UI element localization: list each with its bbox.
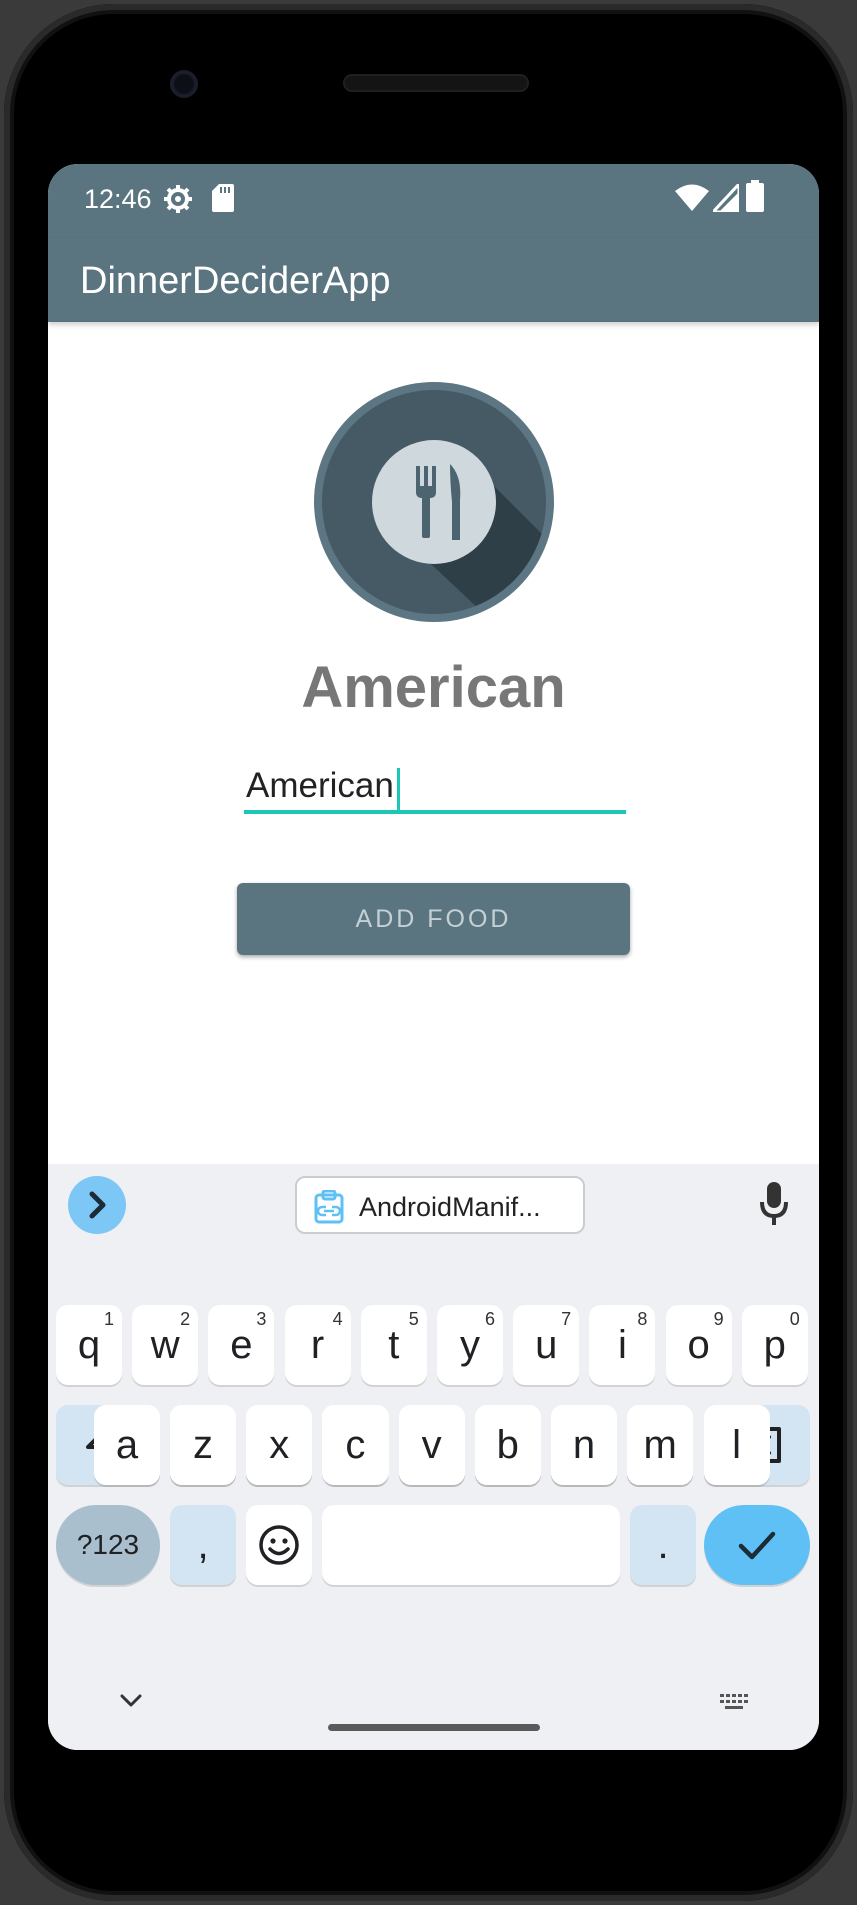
comma-key[interactable]: , [170,1505,236,1585]
selected-food-label: American [301,655,566,720]
key-n[interactable]: n [551,1405,617,1485]
key-hint: 7 [561,1309,572,1329]
status-bar: 12:46 [48,164,819,238]
app-bar: DinnerDeciderApp [48,238,819,322]
keyboard-expand-button[interactable] [68,1176,126,1234]
key-label: r [310,1322,325,1367]
microphone-icon[interactable] [760,1182,788,1226]
key-x[interactable]: x [246,1405,313,1485]
chevron-right-icon [89,1191,106,1219]
earpiece-speaker [343,74,529,92]
key-label: n [572,1422,596,1467]
checkmark-icon [738,1531,776,1560]
key-r[interactable]: r4 [284,1305,351,1385]
key-v[interactable]: v [398,1405,465,1485]
period-key[interactable]: . [630,1505,696,1585]
key-c[interactable]: c [322,1405,389,1485]
key-label: q [77,1322,101,1367]
done-key[interactable] [704,1505,810,1585]
key-label: t [388,1322,400,1367]
key-label: a [115,1422,139,1467]
chevron-down-icon[interactable] [118,1692,144,1710]
key-q[interactable]: q1 [56,1305,122,1385]
key-hint: 2 [180,1309,191,1329]
key-y[interactable]: y6 [437,1305,503,1385]
key-i[interactable]: i8 [589,1305,656,1385]
app-title: DinnerDeciderApp [80,260,391,302]
signal-icon [713,184,739,212]
key-hint: 5 [408,1309,419,1329]
symbols-key[interactable]: ?123 [56,1505,160,1585]
key-w[interactable]: w2 [132,1305,199,1385]
battery-icon [746,180,764,212]
text-cursor [397,768,400,810]
status-time: 12:46 [84,184,152,214]
key-hint: 8 [637,1309,648,1329]
period-key-label: . [657,1522,669,1567]
add-food-button[interactable]: ADD FOOD [237,883,630,955]
screen: 12:46 DinnerDeciderApp American American… [48,164,819,1750]
food-input[interactable] [244,762,626,814]
clipboard-suggestion-chip[interactable]: AndroidManif... [295,1176,585,1234]
key-t[interactable]: t5 [360,1305,427,1385]
clipboard-link-icon [314,1190,344,1224]
key-hint: 9 [713,1309,724,1329]
wifi-icon [675,184,709,211]
keyboard: AndroidManif... ?123 , . q 1 w 2 e 3 r 4… [48,1164,819,1750]
comma-key-label: , [197,1522,209,1567]
key-hint: 3 [256,1309,267,1329]
key-label: u [535,1322,558,1367]
keyboard-switch-icon[interactable] [718,1692,750,1712]
key-label: l [732,1422,742,1467]
symbols-key-label: ?123 [76,1529,140,1560]
key-label: m [643,1422,677,1467]
key-label: i [617,1322,627,1367]
key-label: e [230,1322,253,1367]
fork-knife-icon [314,382,554,622]
key-label: y [460,1322,480,1367]
emoji-key[interactable] [246,1505,312,1585]
space-key[interactable] [322,1505,620,1585]
key-z[interactable]: z [170,1405,236,1485]
key-label: z [193,1422,213,1467]
key-hint: 1 [103,1309,114,1329]
clipboard-chip-text: AndroidManif... [359,1192,541,1222]
navigation-bar [48,1672,819,1750]
key-b[interactable]: b [474,1405,541,1485]
key-label: p [763,1322,786,1367]
key-u[interactable]: u7 [513,1305,580,1385]
home-gesture-pill[interactable] [328,1724,540,1731]
front-camera [170,70,198,98]
key-hint: 0 [789,1309,800,1329]
key-e[interactable]: e3 [208,1305,275,1385]
sd-card-icon [212,184,234,212]
key-label: c [345,1422,366,1467]
key-label: v [421,1422,442,1467]
key-label: o [687,1322,710,1367]
phone-frame: 12:46 DinnerDeciderApp American American… [4,4,853,1901]
key-m[interactable]: m [627,1405,694,1485]
key-label: b [496,1422,519,1467]
key-o[interactable]: o9 [665,1305,732,1385]
emoji-icon [259,1525,299,1565]
settings-icon [164,185,192,213]
key-label: x [269,1422,290,1467]
key-l[interactable]: l [703,1405,770,1485]
key-hint: 4 [332,1309,343,1329]
key-hint: 6 [484,1309,495,1329]
key-p[interactable]: p0 [741,1305,808,1385]
key-a[interactable]: a [94,1405,160,1485]
key-label: w [150,1322,180,1367]
